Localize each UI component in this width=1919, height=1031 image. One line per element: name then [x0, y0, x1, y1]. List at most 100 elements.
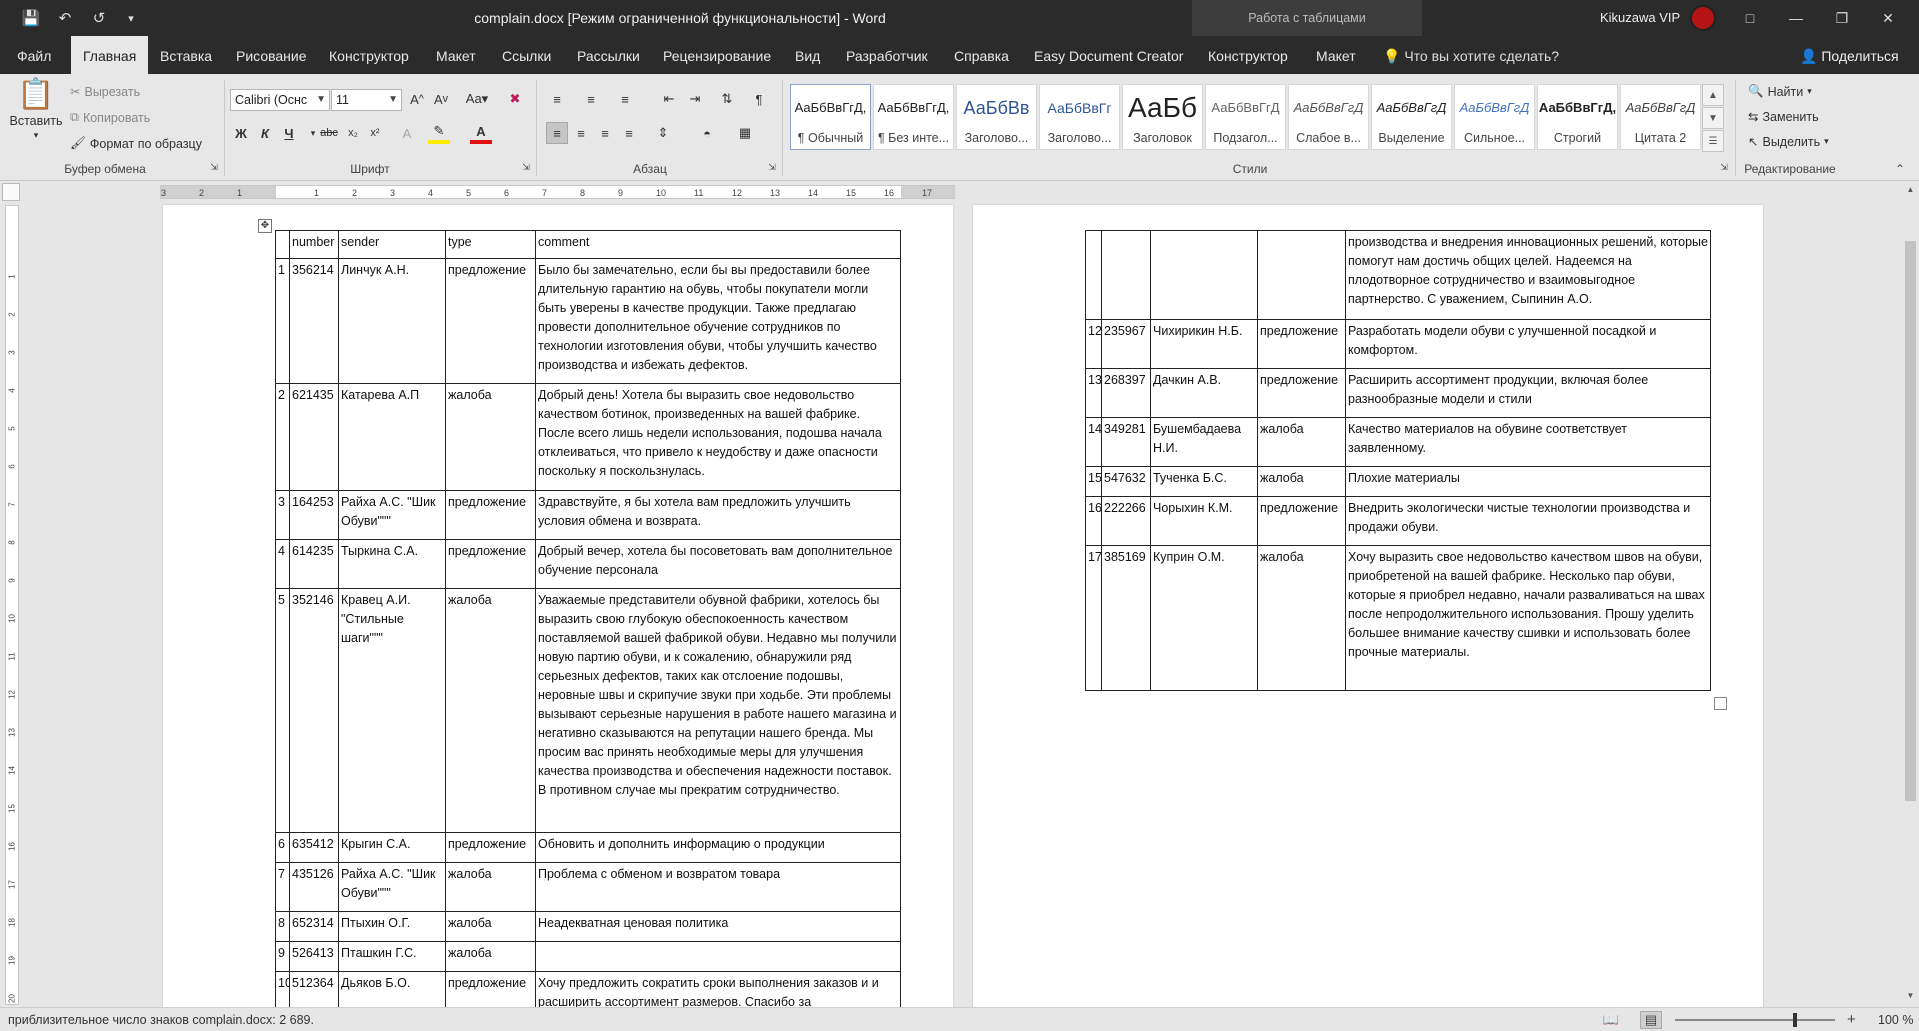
- table-cell[interactable]: Кравец А.И. "Стильные шаги""": [338, 588, 446, 833]
- table-cell[interactable]: 385169: [1101, 545, 1151, 691]
- change-case-icon[interactable]: Aa▾: [460, 88, 494, 110]
- sort-icon[interactable]: ⇅: [716, 88, 738, 110]
- table-move-handle-icon[interactable]: ✥: [258, 219, 272, 233]
- clipboard-launcher-icon[interactable]: ⇲: [208, 162, 220, 173]
- tab-design[interactable]: Конструктор: [329, 36, 409, 74]
- table-cell[interactable]: предложение: [1257, 319, 1346, 369]
- table-cell[interactable]: Здравствуйте, я бы хотела вам предложить…: [535, 490, 901, 540]
- italic-icon[interactable]: К: [254, 122, 276, 144]
- table-cell[interactable]: Хочу предложить сократить сроки выполнен…: [535, 971, 901, 1007]
- style-heading-2[interactable]: АаБбВвГг Заголово...: [1039, 84, 1120, 150]
- style-no-spacing[interactable]: АаБбВвГгД, ¶ Без инте...: [873, 84, 954, 150]
- table-cell[interactable]: Качество материалов на обувине соответст…: [1345, 417, 1711, 467]
- text-effects-icon[interactable]: A: [396, 122, 418, 144]
- table-cell[interactable]: 547632: [1101, 466, 1151, 497]
- highlight-icon[interactable]: ✎: [428, 122, 450, 144]
- save-icon[interactable]: 💾: [18, 7, 44, 29]
- page-right[interactable]: производства и внедрения инновационных р…: [973, 205, 1763, 1007]
- table-cell[interactable]: Тученка Б.С.: [1150, 466, 1258, 497]
- copy-button[interactable]: ⧉ Копировать: [70, 110, 150, 125]
- styles-launcher-icon[interactable]: ⇲: [1718, 162, 1730, 173]
- undo-icon[interactable]: ↶: [52, 7, 78, 29]
- table-cell[interactable]: 3: [275, 490, 290, 540]
- table-cell[interactable]: жалоба: [445, 862, 536, 912]
- bold-icon[interactable]: Ж: [230, 122, 252, 144]
- table-cell[interactable]: производства и внедрения инновационных р…: [1345, 230, 1711, 320]
- tab-draw[interactable]: Рисование: [236, 36, 307, 74]
- tab-home[interactable]: Главная: [71, 36, 149, 74]
- table-cell[interactable]: 652314: [289, 911, 339, 942]
- table-cell[interactable]: 5: [275, 588, 290, 833]
- table-cell[interactable]: жалоба: [445, 941, 536, 972]
- table-cell[interactable]: [1257, 230, 1346, 320]
- align-left-icon[interactable]: ≡: [546, 122, 568, 144]
- table-cell[interactable]: [1150, 230, 1258, 320]
- font-color-icon[interactable]: A: [470, 122, 492, 144]
- styles-more-icon[interactable]: ☰: [1702, 130, 1724, 152]
- line-spacing-icon[interactable]: ⇕: [652, 122, 674, 144]
- replace-button[interactable]: ⇆ Заменить: [1748, 109, 1819, 125]
- table-cell[interactable]: 13: [1085, 368, 1102, 418]
- table-cell[interactable]: 15: [1085, 466, 1102, 497]
- table-cell[interactable]: 8: [275, 911, 290, 942]
- table-cell[interactable]: Бушембадаева Н.И.: [1150, 417, 1258, 467]
- table-cell[interactable]: Хочу выразить свое недовольство качество…: [1345, 545, 1711, 691]
- table-cell[interactable]: 512364: [289, 971, 339, 1007]
- superscript-icon[interactable]: x²: [364, 122, 386, 144]
- table-cell[interactable]: 9: [275, 941, 290, 972]
- scrollbar-thumb[interactable]: [1905, 241, 1916, 801]
- table-cell[interactable]: 10: [275, 971, 290, 1007]
- borders-icon[interactable]: ▦: [734, 122, 756, 144]
- find-button[interactable]: 🔍 Найти ▾: [1748, 84, 1812, 99]
- table-cell[interactable]: Тыркина С.А.: [338, 539, 446, 589]
- document-work-area[interactable]: ✥ number sender type comment 1 356214 Ли…: [22, 203, 1900, 1007]
- tab-insert[interactable]: Вставка: [160, 36, 212, 74]
- table-cell[interactable]: предложение: [445, 258, 536, 384]
- customize-quick-access-icon[interactable]: ▾: [118, 7, 144, 29]
- tab-review[interactable]: Рецензирование: [663, 36, 771, 74]
- shading-icon[interactable]: ◓: [696, 122, 718, 144]
- cut-button[interactable]: ✂ Вырезать: [70, 84, 140, 100]
- table-cell[interactable]: 7: [275, 862, 290, 912]
- table-cell[interactable]: number: [289, 230, 339, 259]
- zoom-slider[interactable]: [1675, 1019, 1835, 1021]
- table-cell[interactable]: Проблема с обменом и возвратом товара: [535, 862, 901, 912]
- vertical-ruler[interactable]: 1 2 3 4 5 6 7 8 9 10 11 12 13 14 15 16 1…: [5, 205, 19, 1005]
- shrink-font-icon[interactable]: Av: [430, 88, 452, 110]
- table-cell[interactable]: 164253: [289, 490, 339, 540]
- tell-me-box[interactable]: 💡 Что вы хотите сделать?: [1383, 36, 1559, 74]
- table-cell[interactable]: 6: [275, 832, 290, 863]
- table-cell[interactable]: Пташкин Г.С.: [338, 941, 446, 972]
- tab-table-design[interactable]: Конструктор: [1208, 36, 1288, 74]
- tab-file[interactable]: Файл: [17, 36, 51, 74]
- table-cell[interactable]: 17: [1085, 545, 1102, 691]
- table-cell[interactable]: 16: [1085, 496, 1102, 546]
- table-cell[interactable]: Линчук А.Н.: [338, 258, 446, 384]
- scroll-up-icon[interactable]: ▲: [1905, 185, 1916, 197]
- table-cell[interactable]: Куприн О.М.: [1150, 545, 1258, 691]
- style-subtle-emphasis[interactable]: АаБбВвГгД Слабое в...: [1288, 84, 1369, 150]
- style-intense-emphasis[interactable]: АаБбВвГгД Сильное...: [1454, 84, 1535, 150]
- clear-formatting-icon[interactable]: ✖: [504, 88, 526, 110]
- character-count[interactable]: приблизительное число знаков complain.do…: [8, 1008, 314, 1031]
- restore-icon[interactable]: ❐: [1819, 0, 1865, 36]
- table-cell[interactable]: [535, 941, 901, 972]
- redo-icon[interactable]: ↺: [86, 7, 112, 29]
- table-cell[interactable]: жалоба: [1257, 545, 1346, 691]
- select-button[interactable]: ↖ Выделить ▾: [1748, 134, 1829, 150]
- underline-icon[interactable]: Ч: [278, 122, 300, 144]
- table-cell[interactable]: Дачкин А.В.: [1150, 368, 1258, 418]
- multilevel-list-icon[interactable]: ≡: [614, 88, 636, 110]
- table-cell[interactable]: 621435: [289, 383, 339, 491]
- zoom-slider-knob[interactable]: [1793, 1013, 1797, 1027]
- table-cell[interactable]: Птыхин О.Г.: [338, 911, 446, 942]
- table-cell[interactable]: Чихирикин Н.Б.: [1150, 319, 1258, 369]
- table-cell[interactable]: Плохие материалы: [1345, 466, 1711, 497]
- scroll-down-icon[interactable]: ▼: [1905, 991, 1916, 1003]
- style-heading-1[interactable]: АаБбВв Заголово...: [956, 84, 1037, 150]
- table-cell[interactable]: предложение: [445, 971, 536, 1007]
- table-cell[interactable]: 635412: [289, 832, 339, 863]
- table-cell[interactable]: предложение: [445, 490, 536, 540]
- table-cell[interactable]: Обновить и дополнить информацию о продук…: [535, 832, 901, 863]
- table-cell[interactable]: 356214: [289, 258, 339, 384]
